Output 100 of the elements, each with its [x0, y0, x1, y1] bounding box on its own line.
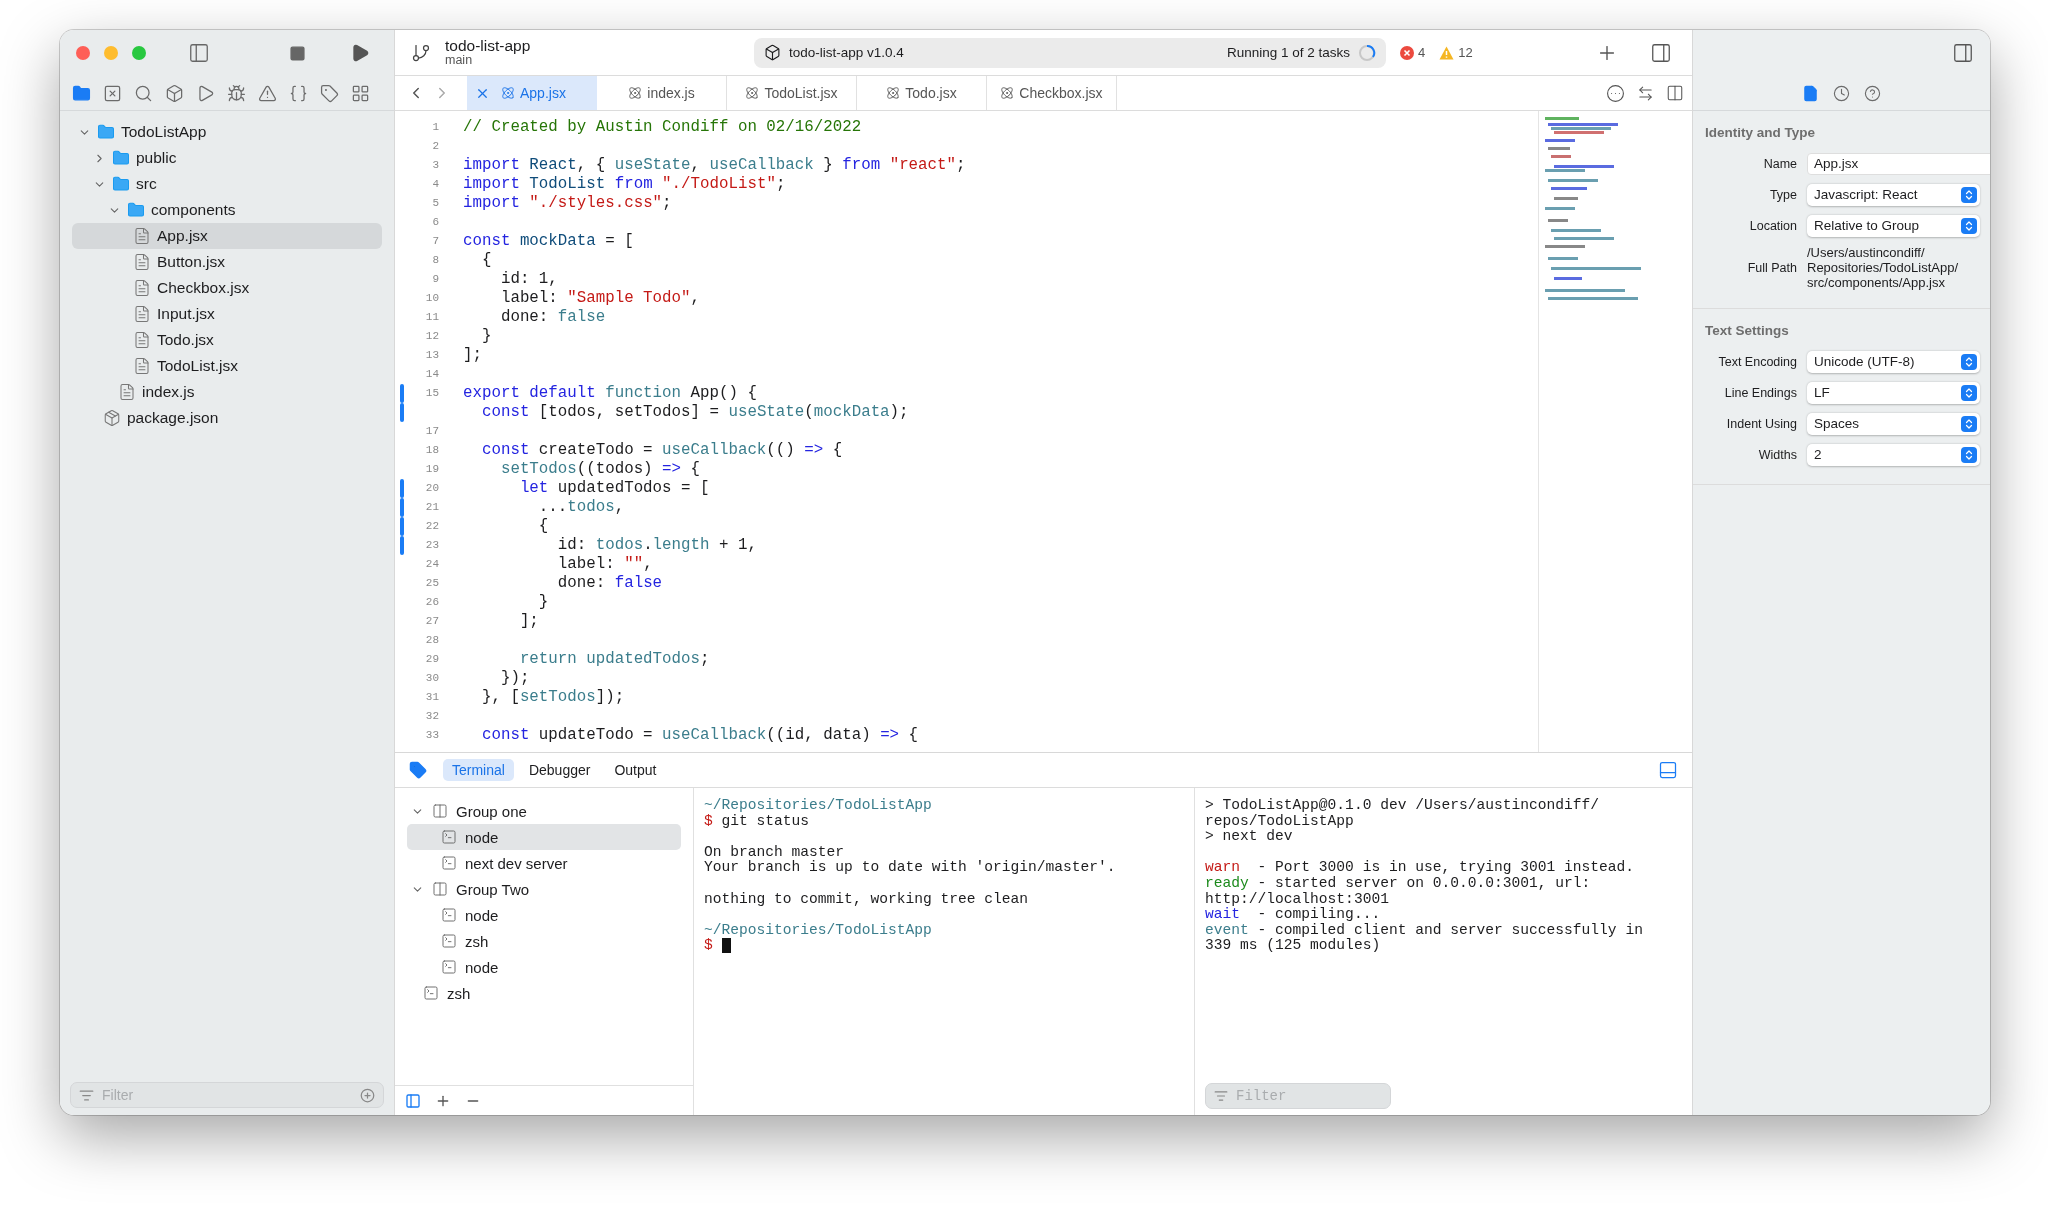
select-field[interactable]: LF — [1807, 381, 1980, 404]
split-editor-icon[interactable] — [1666, 84, 1684, 102]
terminal-session[interactable]: zsh — [407, 928, 681, 954]
line-number: 25 — [425, 576, 439, 591]
terminal-session[interactable]: node — [407, 954, 681, 980]
folder-icon[interactable] — [72, 83, 91, 103]
terminal-session[interactable]: node — [407, 824, 681, 850]
file-tree-item[interactable]: Input.jsx — [72, 301, 382, 327]
terminal-icon — [441, 907, 457, 923]
help-icon[interactable] — [1864, 84, 1881, 102]
grid-icon[interactable] — [351, 83, 370, 103]
panel-tab[interactable]: Debugger — [519, 759, 600, 781]
code-line: const mockData = [ — [462, 232, 634, 251]
select-field[interactable]: Javascript: React — [1807, 183, 1980, 206]
editor-tab[interactable]: index.js — [597, 76, 727, 110]
sidebar-toggle-icon[interactable] — [188, 42, 210, 64]
name-field[interactable]: App.jsx — [1807, 152, 1990, 175]
add-filter-icon[interactable] — [360, 1087, 375, 1103]
file-icon — [133, 253, 151, 271]
file-tree-item[interactable]: TodoList.jsx — [72, 353, 382, 379]
play-icon[interactable] — [196, 83, 215, 103]
terminal-session[interactable]: node — [407, 902, 681, 928]
code-line: import TodoList from "./TodoList"; — [462, 175, 786, 194]
tag-icon[interactable] — [320, 83, 339, 103]
terminal-session[interactable]: Group one — [407, 798, 681, 824]
warning-icon — [1439, 45, 1455, 60]
stop-icon[interactable] — [289, 44, 306, 62]
folder-icon — [97, 123, 115, 141]
search-icon[interactable] — [134, 83, 153, 103]
file-tree-item[interactable]: package.json — [72, 405, 382, 431]
warning-count[interactable]: 12 — [1439, 45, 1473, 60]
code-line: import React, { useState, useCallback } from "react"; — [462, 156, 966, 175]
filter-field[interactable]: Filter — [1205, 1083, 1391, 1109]
file-tree-item[interactable]: Button.jsx — [72, 249, 382, 275]
file-tree-item[interactable]: public — [72, 145, 382, 171]
file-icon[interactable] — [1802, 84, 1819, 102]
select-field[interactable]: Unicode (UTF-8) — [1807, 350, 1980, 373]
terminal-icon — [441, 933, 457, 949]
group-icon — [432, 803, 448, 819]
line-number: 6 — [432, 215, 439, 230]
field-label: Text Encoding — [1717, 354, 1797, 369]
select-field[interactable]: Relative to Group — [1807, 214, 1980, 237]
file-tree-item[interactable]: index.js — [72, 379, 382, 405]
code-line: ]; — [462, 346, 482, 365]
filter-input[interactable]: Filter — [1234, 1087, 1382, 1105]
panel-tab[interactable]: Output — [605, 759, 666, 781]
terminal-line: 339 ms (125 modules) — [1205, 938, 1381, 954]
filter-field[interactable]: Filter — [70, 1082, 384, 1108]
select-field[interactable]: 2 — [1807, 443, 1980, 466]
terminal-session[interactable]: zsh — [407, 980, 681, 1006]
editor-tab[interactable]: TodoList.jsx — [727, 76, 857, 110]
file-icon — [133, 305, 151, 323]
code-line: let updatedTodos = [ — [518, 479, 710, 498]
field-label: Indent Using — [1725, 416, 1797, 431]
editor-tab[interactable]: Todo.jsx — [857, 76, 987, 110]
close-window-button[interactable] — [76, 46, 90, 60]
line-number: 1 — [432, 120, 439, 135]
code-line: } — [480, 327, 492, 346]
line-number: 31 — [425, 690, 439, 705]
more-icon[interactable] — [1606, 83, 1625, 103]
terminal-line: wait - compiling... — [1205, 907, 1381, 923]
editor-tab[interactable]: Checkbox.jsx — [987, 76, 1117, 110]
tag-icon[interactable] — [409, 761, 427, 779]
play-icon[interactable] — [350, 43, 370, 63]
file-tree-item[interactable]: TodoListApp — [72, 119, 382, 145]
inspector-toggle-icon[interactable] — [1952, 42, 1974, 64]
panel-tab[interactable]: Terminal — [443, 759, 514, 781]
terminal-session[interactable]: Group Two — [407, 876, 681, 902]
code-line: ]; — [518, 612, 539, 631]
bug-icon[interactable] — [227, 83, 246, 103]
file-icon — [133, 357, 151, 375]
filter-input[interactable]: Filter — [100, 1086, 354, 1104]
file-tree-item[interactable]: Todo.jsx — [72, 327, 382, 353]
compare-icon[interactable] — [1637, 84, 1654, 102]
code-line: export default function App() { — [462, 384, 757, 403]
x-square-icon[interactable] — [103, 83, 122, 103]
file-tree-item[interactable]: src — [72, 171, 382, 197]
field-label: Line Endings — [1723, 385, 1797, 400]
code-line: { — [537, 517, 549, 536]
braces-icon[interactable] — [289, 83, 308, 103]
folder-icon — [112, 149, 130, 167]
line-number: 14 — [425, 367, 439, 382]
select-field[interactable]: Spaces — [1807, 412, 1980, 435]
terminal-session[interactable]: next dev server — [407, 850, 681, 876]
warning-icon[interactable] — [258, 83, 277, 103]
path-text: /Users/austincondiff/ Repositories/TodoListApp/ src/components/App.jsx — [1807, 244, 1960, 292]
inspector-toggle-icon[interactable] — [1650, 41, 1672, 64]
sidebar-toggle-icon[interactable] — [405, 1092, 421, 1109]
file-tree-item[interactable]: Checkbox.jsx — [72, 275, 382, 301]
clock-icon[interactable] — [1833, 84, 1850, 102]
editor-tab[interactable]: App.jsx — [467, 76, 597, 110]
error-count[interactable]: 4 — [1400, 45, 1426, 60]
file-tree-item[interactable]: App.jsx — [72, 223, 382, 249]
line-number: 24 — [425, 557, 439, 572]
line-number: 11 — [425, 310, 439, 325]
file-tree-item[interactable]: components — [72, 197, 382, 223]
scheme-name[interactable]: todo-list-app v1.0.4 — [789, 45, 904, 60]
panel-toggle-icon[interactable] — [1658, 760, 1678, 780]
cube-icon[interactable] — [165, 83, 184, 103]
code-line: ...todos, — [537, 498, 625, 517]
